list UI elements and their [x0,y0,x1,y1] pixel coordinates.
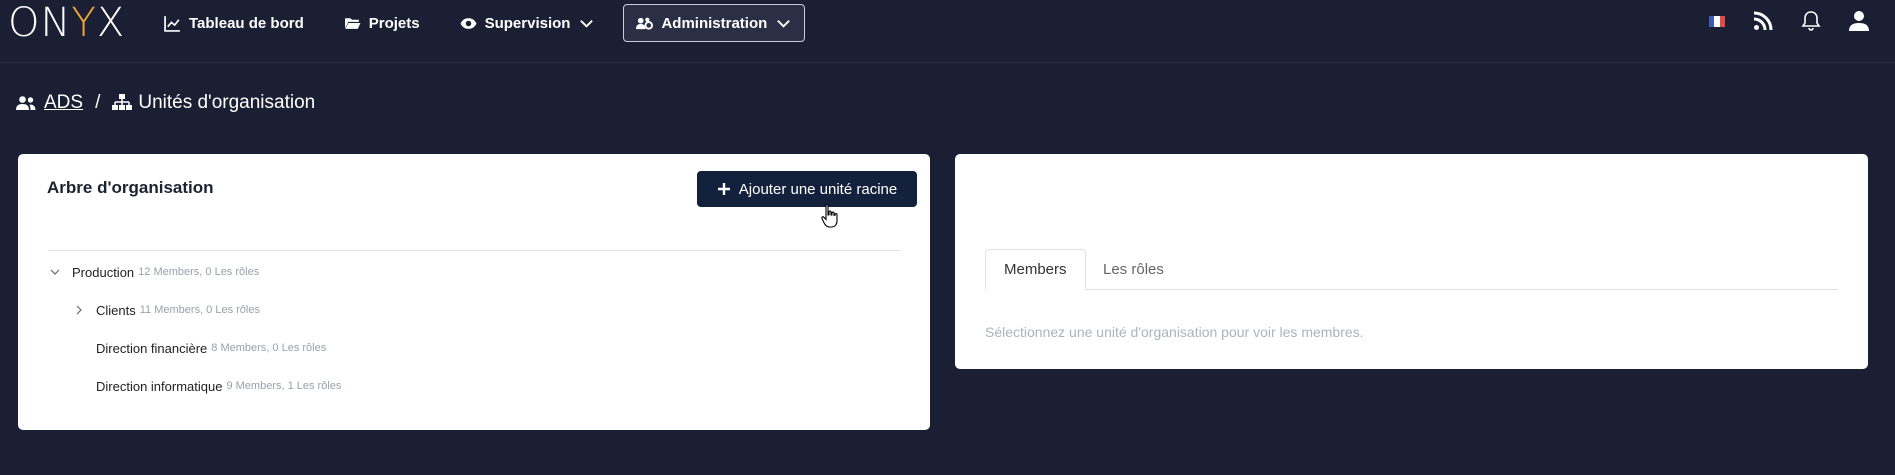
onyx-logo[interactable]: ONYX [8,2,125,44]
tree-node-direction-financiere[interactable]: Direction financière 8 Members, 0 Les rô… [96,338,326,358]
user-icon[interactable] [1849,10,1869,32]
top-navbar: ONYX Tableau de bord Projets Supervision… [0,0,1895,63]
tree-node-clients[interactable]: Clients 11 Members, 0 Les rôles [72,300,260,320]
main-nav: Tableau de bord Projets Supervision Admi… [152,4,821,42]
breadcrumb-link-ads[interactable]: ADS [44,92,83,114]
tree-node-production[interactable]: Production 12 Members, 0 Les rôles [48,262,259,282]
users-cog-icon [636,17,654,30]
nav-projets[interactable]: Projets [332,4,432,42]
nav-administration[interactable]: Administration [623,4,806,42]
eye-icon [460,17,477,29]
users-icon [16,96,36,110]
sitemap-icon [112,94,133,110]
nav-label: Tableau de bord [189,14,304,32]
chevron-right-icon[interactable] [72,303,86,317]
tabs: Members Les rôles [985,249,1838,290]
tree-node-name: Direction financière [96,340,208,356]
tree-node-direction-informatique[interactable]: Direction informatique 9 Members, 1 Les … [96,376,341,396]
chevron-down-icon [580,19,594,28]
chevron-down-icon[interactable] [48,265,62,279]
card-title: Arbre d'organisation [47,178,214,197]
breadcrumb: ADS / Unités d'organisation [16,92,315,114]
nav-label: Projets [368,14,420,32]
chart-line-icon [164,15,180,32]
add-root-unit-label: Ajouter une unité racine [738,180,898,198]
nav-label: Administration [661,14,768,32]
bell-icon[interactable] [1801,10,1821,32]
tab-members[interactable]: Members [985,249,1086,290]
plus-icon [717,183,730,195]
tree-node-meta: 11 Members, 0 Les rôles [139,304,260,316]
org-tree-card: Arbre d'organisation Ajouter une unité r… [18,154,930,430]
chevron-down-icon [777,19,791,28]
right-icons [1709,10,1869,32]
tree-node-meta: 8 Members, 0 Les rôles [211,342,327,354]
empty-state-message: Sélectionnez une unité d'organisation po… [985,324,1364,340]
tree-node-meta: 9 Members, 1 Les rôles [226,380,342,392]
tree-node-name: Direction informatique [96,378,223,394]
add-root-unit-button[interactable]: Ajouter une unité racine [697,171,917,207]
tree-node-meta: 12 Members, 0 Les rôles [138,266,260,278]
tab-roles[interactable]: Les rôles [1085,249,1182,290]
nav-label: Supervision [484,14,571,32]
tree-node-name: Production [72,264,135,280]
members-card: Members Les rôles Sélectionnez une unité… [955,154,1868,369]
tree-node-name: Clients [96,302,136,318]
nav-supervision[interactable]: Supervision [448,4,608,42]
folder-open-icon [344,17,361,29]
breadcrumb-current: Unités d'organisation [138,92,316,113]
divider [48,250,901,251]
rss-icon[interactable] [1753,11,1773,31]
flag-fr-icon[interactable] [1709,15,1725,27]
hand-pointer-icon [821,204,838,228]
nav-tableau-de-bord[interactable]: Tableau de bord [152,4,316,42]
breadcrumb-separator: / [95,92,101,113]
